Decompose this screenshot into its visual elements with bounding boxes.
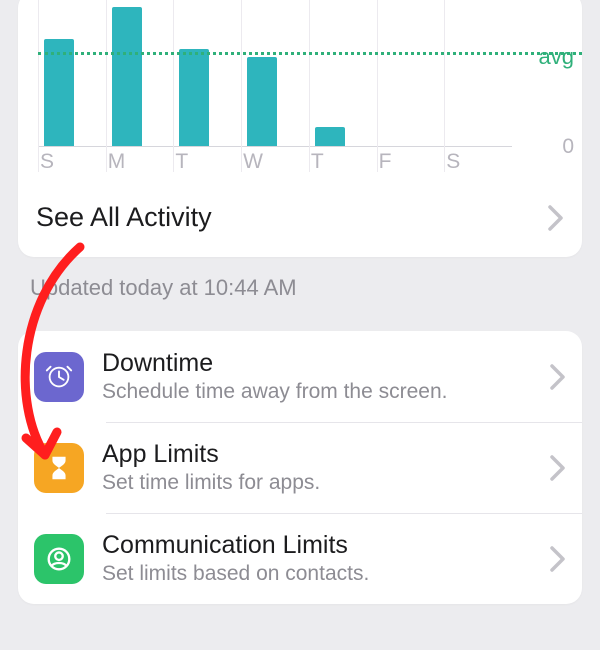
chart-bar [179, 49, 209, 146]
row-downtime[interactable]: Downtime Schedule time away from the scr… [18, 331, 582, 422]
chart-x-label: S [40, 150, 54, 174]
chart-gridline [377, 0, 378, 172]
see-all-activity-row[interactable]: See All Activity [18, 182, 582, 257]
chart-y-label: 0 [562, 135, 574, 159]
chart-x-label: T [311, 150, 324, 174]
row-subtitle: Set limits based on contacts. [102, 562, 532, 586]
chart-bar [315, 127, 345, 146]
chart-x-label: T [175, 150, 188, 174]
downtime-icon [34, 352, 84, 402]
row-text: Communication Limits Set limits based on… [102, 531, 532, 586]
row-text: Downtime Schedule time away from the scr… [102, 349, 532, 404]
chart-gridline [309, 0, 310, 172]
hourglass-icon [34, 443, 84, 493]
see-all-label: See All Activity [36, 202, 212, 233]
chart-gridline [106, 0, 107, 172]
chart-gridline [173, 0, 174, 172]
contact-icon [34, 534, 84, 584]
screentime-settings-list: Downtime Schedule time away from the scr… [18, 331, 582, 604]
row-text: App Limits Set time limits for apps. [102, 440, 532, 495]
row-subtitle: Set time limits for apps. [102, 471, 532, 495]
chart-y-label: 8h [551, 0, 574, 4]
row-title: App Limits [102, 440, 532, 469]
row-communication-limits[interactable]: Communication Limits Set limits based on… [18, 513, 582, 604]
chevron-right-icon [550, 364, 566, 390]
chart-bar [247, 57, 277, 146]
row-app-limits[interactable]: App Limits Set time limits for apps. [18, 422, 582, 513]
chart-gridline [444, 0, 445, 172]
activity-card: SMTWTFS 08havg See All Activity [18, 0, 582, 257]
chevron-right-icon [550, 546, 566, 572]
row-title: Downtime [102, 349, 532, 378]
chart-avg-line [38, 52, 582, 55]
chart-bar [44, 39, 74, 146]
chart-x-label: F [379, 150, 392, 174]
weekly-usage-chart: SMTWTFS 08havg [18, 0, 582, 182]
chevron-right-icon [548, 205, 564, 231]
chart-x-label: S [446, 150, 460, 174]
chart-gridline [241, 0, 242, 172]
chart-x-label: W [243, 150, 263, 174]
row-title: Communication Limits [102, 531, 532, 560]
chart-bar [112, 7, 142, 147]
chart-avg-label: avg [539, 44, 574, 70]
chevron-right-icon [550, 455, 566, 481]
last-updated-label: Updated today at 10:44 AM [0, 257, 600, 331]
chart-x-label: M [108, 150, 126, 174]
chart-plot: SMTWTFS [38, 0, 512, 147]
chart-gridline [38, 0, 39, 172]
row-subtitle: Schedule time away from the screen. [102, 380, 532, 404]
